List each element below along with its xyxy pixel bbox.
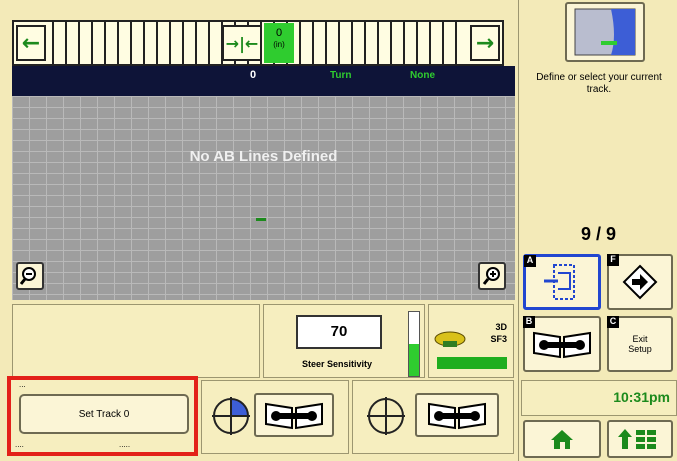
track-map-button[interactable] — [565, 2, 645, 62]
offset-unit: (in) — [273, 40, 285, 49]
page-indicator: 9 / 9 — [580, 224, 617, 244]
define-track-instructions: Define or select your current track. — [536, 72, 662, 95]
track-select-icon — [544, 264, 575, 300]
menu-button[interactable] — [607, 420, 673, 458]
steer-sensitivity-label: Steer Sensitivity — [301, 359, 373, 369]
steer-sensitivity-value: 70 — [296, 315, 382, 349]
softkey-a-track-select[interactable]: A — [523, 254, 601, 310]
softkey-c-exit-setup[interactable]: C Exit Setup — [607, 316, 673, 372]
clock-display: 10:31pm — [521, 380, 677, 416]
right-softkey-panel: Define or select your current track. 9 /… — [518, 0, 677, 461]
guidance-status-bar: 0 Turn None — [12, 66, 515, 96]
section-control-crosshair-icon — [212, 397, 250, 435]
wrench-book-icon — [265, 402, 323, 430]
zoom-out-icon — [20, 267, 36, 285]
no-ab-lines-message: No AB Lines Defined — [189, 148, 338, 165]
field-map-icon — [574, 8, 636, 56]
vehicle-marker-icon — [256, 218, 266, 221]
gps-signal-bar — [437, 357, 507, 369]
softkey-a-label: A — [524, 255, 536, 267]
implement-crosshair-icon — [367, 397, 405, 435]
home-icon — [551, 430, 573, 449]
exit-setup-label: Exit Setup — [628, 334, 652, 354]
gps-status-panel: 3D SF3 — [428, 304, 514, 378]
softkey-f-label: F — [607, 254, 619, 266]
section-control-panel — [201, 380, 349, 454]
offset-value: 0 — [275, 27, 283, 39]
status-turn: Turn — [330, 70, 352, 81]
wrench-book-icon — [533, 331, 591, 359]
set-track-bottom-left: .... — [15, 440, 24, 449]
softkey-f-next[interactable]: F — [607, 254, 673, 310]
set-track-bottom-right: ..... — [119, 440, 131, 449]
info-panel-empty — [12, 304, 260, 378]
zoom-out-button[interactable] — [16, 262, 44, 290]
set-track-button[interactable]: Set Track 0 — [19, 394, 189, 434]
gps-receiver-icon — [434, 331, 466, 347]
next-diamond-icon — [622, 264, 658, 300]
section-control-setup-button[interactable] — [254, 393, 334, 437]
steer-left-arrow-icon: ← — [16, 25, 46, 61]
steer-right-arrow-icon: → — [470, 25, 500, 61]
up-arrow-menu-grid-icon — [618, 429, 656, 449]
home-button[interactable] — [523, 420, 601, 458]
steer-sensitivity-panel[interactable]: 70 Steer Sensitivity — [263, 304, 425, 378]
wrench-book-icon — [428, 402, 486, 430]
gps-mode: 3D — [495, 322, 507, 332]
steer-level-fill — [409, 344, 419, 376]
softkey-b-guidance-setup[interactable]: B — [523, 316, 601, 372]
implement-panel — [352, 380, 514, 454]
gps-signal: SF3 — [490, 334, 507, 344]
on-track-center-icon: →|← — [222, 25, 262, 61]
lightbar: ← → →|← 0 (in) — [12, 20, 504, 66]
set-track-small-label: ... — [19, 380, 26, 389]
offset-readout: 0 (in) — [264, 23, 294, 63]
zoom-in-button[interactable] — [478, 262, 506, 290]
status-none: None — [410, 70, 435, 81]
gps-readout: 3D SF3 — [490, 321, 507, 345]
guidance-map-view: No AB Lines Defined — [12, 96, 515, 300]
steer-level-bar — [408, 311, 420, 377]
softkey-c-label: C — [607, 316, 619, 328]
softkey-b-label: B — [523, 316, 535, 328]
set-track-panel: ... Set Track 0 .... ..... — [7, 376, 198, 456]
implement-setup-button[interactable] — [415, 393, 499, 437]
status-offset: 0 — [250, 69, 257, 81]
zoom-in-icon — [482, 267, 500, 285]
